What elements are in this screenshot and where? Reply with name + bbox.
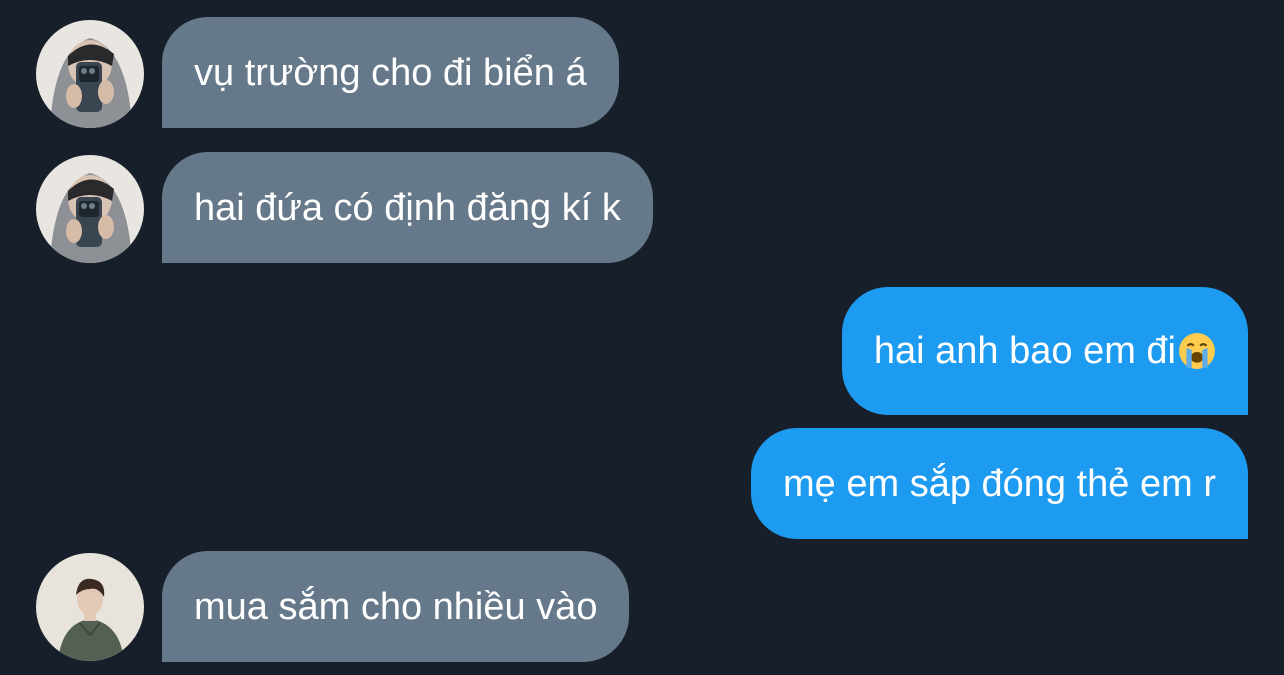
incoming-message-bubble[interactable]: vụ trường cho đi biển á <box>162 17 619 128</box>
chat-thread: vụ trường cho đi biển á hai đứa có định … <box>0 0 1284 675</box>
loudly-crying-face-icon <box>1179 333 1215 369</box>
message-text: mẹ em sắp đóng thẻ em r <box>783 462 1216 505</box>
message-text: mua sắm cho nhiều vào <box>194 585 598 628</box>
sender-avatar[interactable] <box>36 155 144 263</box>
incoming-message-bubble[interactable]: mua sắm cho nhiều vào <box>162 551 630 662</box>
message-text: hai anh bao em đi <box>873 330 1176 372</box>
message-text: vụ trường cho đi biển á <box>194 51 587 94</box>
outgoing-message-bubble[interactable]: mẹ em sắp đóng thẻ em r <box>751 428 1248 539</box>
incoming-message-bubble[interactable]: hai đứa có định đăng kí k <box>162 152 653 263</box>
sender-avatar[interactable] <box>36 553 144 661</box>
message-text: hai đứa có định đăng kí k <box>194 186 621 229</box>
sender-avatar[interactable] <box>36 20 144 128</box>
outgoing-message-bubble[interactable]: hai anh bao em đi <box>841 287 1248 415</box>
